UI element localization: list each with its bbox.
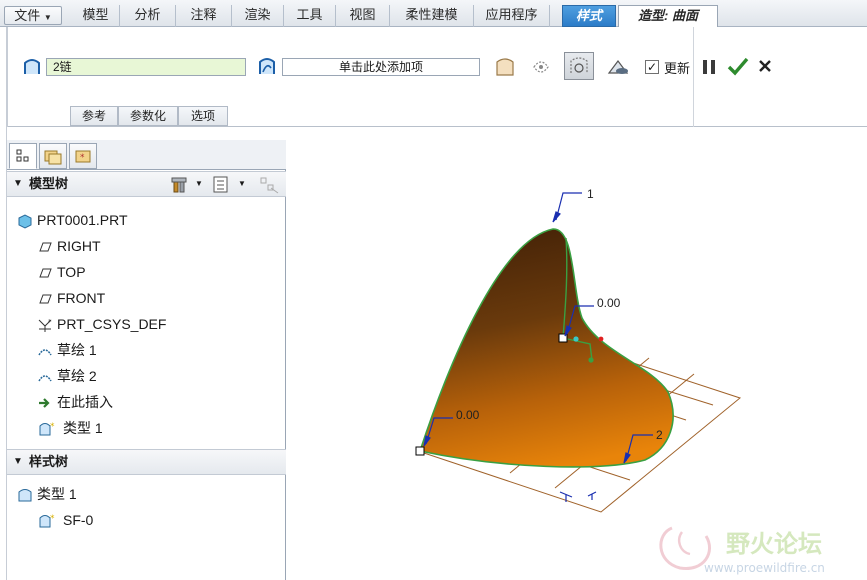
- insert-here-arrow-icon: [39, 398, 50, 408]
- file-menu[interactable]: 文件 ▼: [4, 6, 62, 25]
- dashboard-ribbon: 2链 单击此处添加项 ✓ 更新 参考 参数化 选项: [0, 27, 867, 127]
- curvature-analysis-icon[interactable]: [606, 55, 630, 79]
- secondary-chain-collector[interactable]: 单击此处添加项: [282, 58, 480, 76]
- style-feature-icon: [18, 489, 32, 502]
- update-label: 更新: [664, 61, 691, 76]
- subtab-options[interactable]: 选项: [178, 106, 228, 126]
- tab-tools[interactable]: 工具: [284, 5, 336, 27]
- tab-style-surface[interactable]: 造型: 曲面: [618, 5, 718, 28]
- svg-text:*: *: [50, 514, 55, 524]
- handle-point[interactable]: [573, 336, 579, 342]
- handle-point[interactable]: [588, 357, 594, 363]
- flame-logo-icon: [659, 526, 712, 570]
- tree-item-label: SF-0: [63, 512, 94, 528]
- primary-chain-collector[interactable]: 2链: [46, 58, 246, 76]
- confirm-check-icon[interactable]: [727, 56, 749, 76]
- sketch-icon: [38, 375, 52, 382]
- subtab-parameterization[interactable]: 参数化: [118, 106, 178, 126]
- folder-browser-icon: [44, 150, 62, 165]
- tab-style[interactable]: 样式: [562, 5, 616, 27]
- pause-icon[interactable]: [701, 58, 717, 76]
- checkmark-icon: ✓: [646, 60, 658, 74]
- surface-shape-icon[interactable]: [494, 55, 516, 79]
- cross-chain-icon[interactable]: [256, 56, 278, 78]
- chain-1-label: 1: [587, 187, 594, 201]
- style-tree-title: 样式树: [29, 454, 69, 469]
- svg-text:*: *: [50, 422, 55, 432]
- tree-item-label: FRONT: [57, 290, 106, 306]
- subtab-references[interactable]: 参考: [70, 106, 118, 126]
- grid-axis-labels: [559, 491, 597, 502]
- datum-plane-icon: [39, 268, 52, 278]
- show-list-icon[interactable]: [213, 176, 229, 194]
- update-checkbox[interactable]: ✓: [645, 60, 659, 74]
- navigator-panel: * ▼ 模型树 ▼ ▼ PRT0001.PRT RIGHT TOP FRONT …: [7, 140, 286, 580]
- menu-bar: 文件 ▼ 模型 分析 注释 渲染 工具 视图 柔性建模 应用程序 样式 造型: …: [0, 0, 867, 28]
- csys-icon: *: [38, 318, 52, 332]
- chain-vertex[interactable]: [415, 446, 425, 456]
- favorites-icon: *: [75, 150, 91, 163]
- settings-tools-icon[interactable]: [171, 175, 189, 195]
- cancel-close-icon[interactable]: [758, 59, 772, 73]
- handle-point[interactable]: [598, 336, 604, 342]
- tab-applications[interactable]: 应用程序: [474, 5, 550, 27]
- tab-render[interactable]: 渲染: [232, 5, 284, 27]
- internal-curve-icon[interactable]: [530, 55, 552, 79]
- datum-plane-icon: [39, 242, 52, 252]
- model-viewport[interactable]: 1 0.00 0.00 2 野火论坛 www.proewildfire.cn: [287, 128, 867, 580]
- model-tree-header: ▼ 模型树 ▼ ▼: [7, 171, 286, 197]
- tree-item-label: 类型 1: [63, 420, 103, 436]
- navigator-tabs: *: [7, 140, 286, 170]
- model-tree-icon: [16, 149, 29, 162]
- part-icon: [18, 214, 32, 229]
- ribbon-separator: [693, 27, 694, 127]
- chevron-down-icon: ▼: [43, 13, 52, 22]
- svg-text:*: *: [48, 318, 52, 326]
- tree-item-label: RIGHT: [57, 238, 101, 254]
- tab-analysis[interactable]: 分析: [120, 5, 176, 27]
- file-menu-label: 文件: [14, 8, 41, 23]
- tree-item-label: 在此插入: [57, 394, 113, 410]
- style-tree-header: ▼ 样式树: [7, 449, 286, 475]
- style-surface-icon: *: [39, 514, 55, 528]
- chain-1-leader: [552, 192, 582, 223]
- tab-annotate[interactable]: 注释: [176, 5, 232, 27]
- svg-text:*: *: [80, 153, 85, 163]
- tab-view[interactable]: 视图: [336, 5, 390, 27]
- tree-item-label: 类型 1: [37, 486, 77, 502]
- dim-top-value: 0.00: [597, 296, 621, 310]
- window-left-edge: [0, 27, 7, 580]
- preview-toggle-button[interactable]: [564, 52, 594, 80]
- tab-folder-browser[interactable]: [39, 143, 67, 169]
- preview-icon: [570, 57, 588, 73]
- tree-item-label: 草绘 1: [57, 342, 97, 358]
- collapse-triangle-icon[interactable]: ▼: [13, 450, 23, 474]
- model-tree-title: 模型树: [29, 176, 69, 191]
- tab-model[interactable]: 模型: [72, 5, 120, 27]
- chain-2-label: 2: [656, 428, 663, 442]
- dim-left-value: 0.00: [456, 408, 480, 422]
- tree-item-label: TOP: [57, 264, 86, 280]
- style-surface[interactable]: [418, 228, 674, 468]
- forum-watermark: 野火论坛 www.proewildfire.cn: [659, 526, 825, 575]
- style-feature-icon: *: [39, 422, 55, 436]
- tree-item-label: PRT0001.PRT: [37, 212, 128, 228]
- sketch-icon: [38, 349, 52, 356]
- tree-item-label: 草绘 2: [57, 368, 97, 384]
- ribbon-left-border: [7, 27, 8, 127]
- datum-plane-icon: [39, 294, 52, 304]
- settings-dropdown-chevron-icon[interactable]: ▼: [195, 172, 203, 196]
- tree-item-label: PRT_CSYS_DEF: [57, 316, 167, 332]
- filter-tree-icon[interactable]: [259, 176, 279, 194]
- boundary-surface-icon[interactable]: [22, 57, 42, 77]
- watermark-url: www.proewildfire.cn: [704, 561, 825, 575]
- graphics-window[interactable]: 1 0.00 0.00 2 野火论坛 www.proewildfire.cn: [287, 128, 867, 580]
- watermark-brand: 野火论坛: [726, 530, 822, 558]
- tab-flexible-modeling[interactable]: 柔性建模: [390, 5, 474, 27]
- show-dropdown-chevron-icon[interactable]: ▼: [238, 172, 246, 196]
- collapse-triangle-icon[interactable]: ▼: [13, 172, 23, 196]
- tab-favorites[interactable]: *: [69, 143, 97, 169]
- tab-model-tree[interactable]: [9, 143, 37, 169]
